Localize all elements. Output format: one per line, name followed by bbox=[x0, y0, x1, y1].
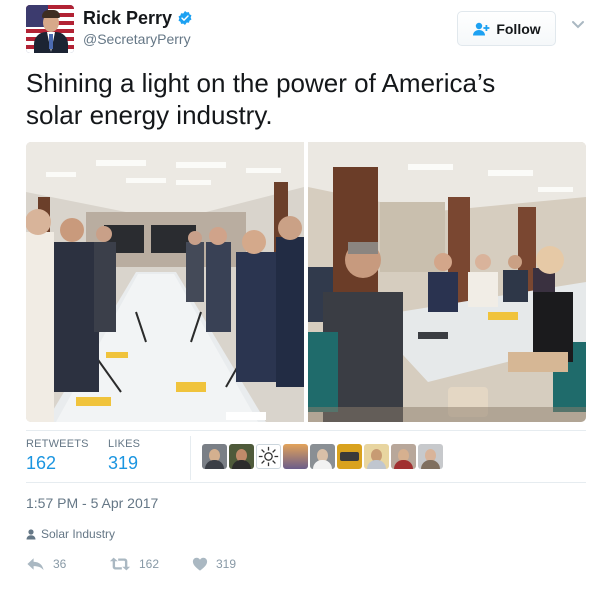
author-handle[interactable]: @SecretaryPerry bbox=[83, 31, 191, 47]
like-button[interactable]: 319 bbox=[192, 556, 275, 572]
follow-button[interactable]: Follow bbox=[457, 11, 556, 46]
avatar-hair bbox=[42, 10, 60, 18]
reply-button[interactable]: 36 bbox=[26, 556, 109, 572]
likes-label: LIKES bbox=[108, 438, 141, 450]
author-name[interactable]: Rick Perry bbox=[83, 8, 172, 29]
media-photo-right[interactable] bbox=[308, 142, 586, 422]
follow-button-label: Follow bbox=[496, 20, 541, 37]
location-pin-icon bbox=[26, 528, 36, 539]
like-count: 319 bbox=[216, 557, 237, 571]
media-photo-left[interactable] bbox=[26, 142, 304, 422]
chevron-down-icon[interactable] bbox=[571, 20, 585, 30]
liker-avatar[interactable] bbox=[202, 444, 227, 469]
stats-bottom-divider bbox=[26, 482, 586, 483]
tweet-text-line-1: Shining a light on the power of America’… bbox=[26, 68, 496, 98]
tweet-actions: 36 162 319 bbox=[26, 556, 275, 572]
avatar-tie bbox=[49, 34, 53, 49]
liker-avatar[interactable] bbox=[391, 444, 416, 469]
liker-avatar[interactable] bbox=[229, 444, 254, 469]
tweet-text-line-2: solar energy industry. bbox=[26, 100, 273, 130]
liker-avatar[interactable] bbox=[256, 444, 281, 469]
reply-icon bbox=[27, 558, 44, 571]
liker-avatar[interactable] bbox=[418, 444, 443, 469]
stats-separator bbox=[190, 436, 191, 480]
tweet-text: Shining a light on the power of America’… bbox=[26, 67, 586, 131]
tweet-timestamp[interactable]: 1:57 PM - 5 Apr 2017 bbox=[26, 495, 158, 511]
retweets-stat[interactable]: RETWEETS 162 bbox=[26, 438, 89, 474]
retweet-icon bbox=[109, 557, 131, 571]
liker-avatar[interactable] bbox=[364, 444, 389, 469]
location-label: Solar Industry bbox=[41, 527, 116, 541]
tweet-media[interactable] bbox=[26, 142, 586, 422]
tweet-location[interactable]: Solar Industry bbox=[26, 527, 115, 541]
author-avatar[interactable] bbox=[26, 5, 74, 53]
verified-badge-icon bbox=[178, 11, 192, 25]
stats-top-divider bbox=[26, 430, 586, 431]
reply-count: 36 bbox=[53, 557, 67, 571]
liker-avatars bbox=[202, 444, 443, 469]
liker-avatar[interactable] bbox=[283, 444, 308, 469]
retweets-label: RETWEETS bbox=[26, 438, 89, 450]
retweet-count: 162 bbox=[139, 557, 160, 571]
retweets-count: 162 bbox=[26, 453, 57, 473]
retweet-button[interactable]: 162 bbox=[109, 556, 192, 572]
likes-stat[interactable]: LIKES 319 bbox=[108, 438, 140, 474]
add-user-icon bbox=[473, 22, 490, 35]
likes-count: 319 bbox=[108, 453, 139, 473]
liker-avatar[interactable] bbox=[337, 444, 362, 469]
heart-icon bbox=[192, 557, 208, 571]
liker-avatar[interactable] bbox=[310, 444, 335, 469]
